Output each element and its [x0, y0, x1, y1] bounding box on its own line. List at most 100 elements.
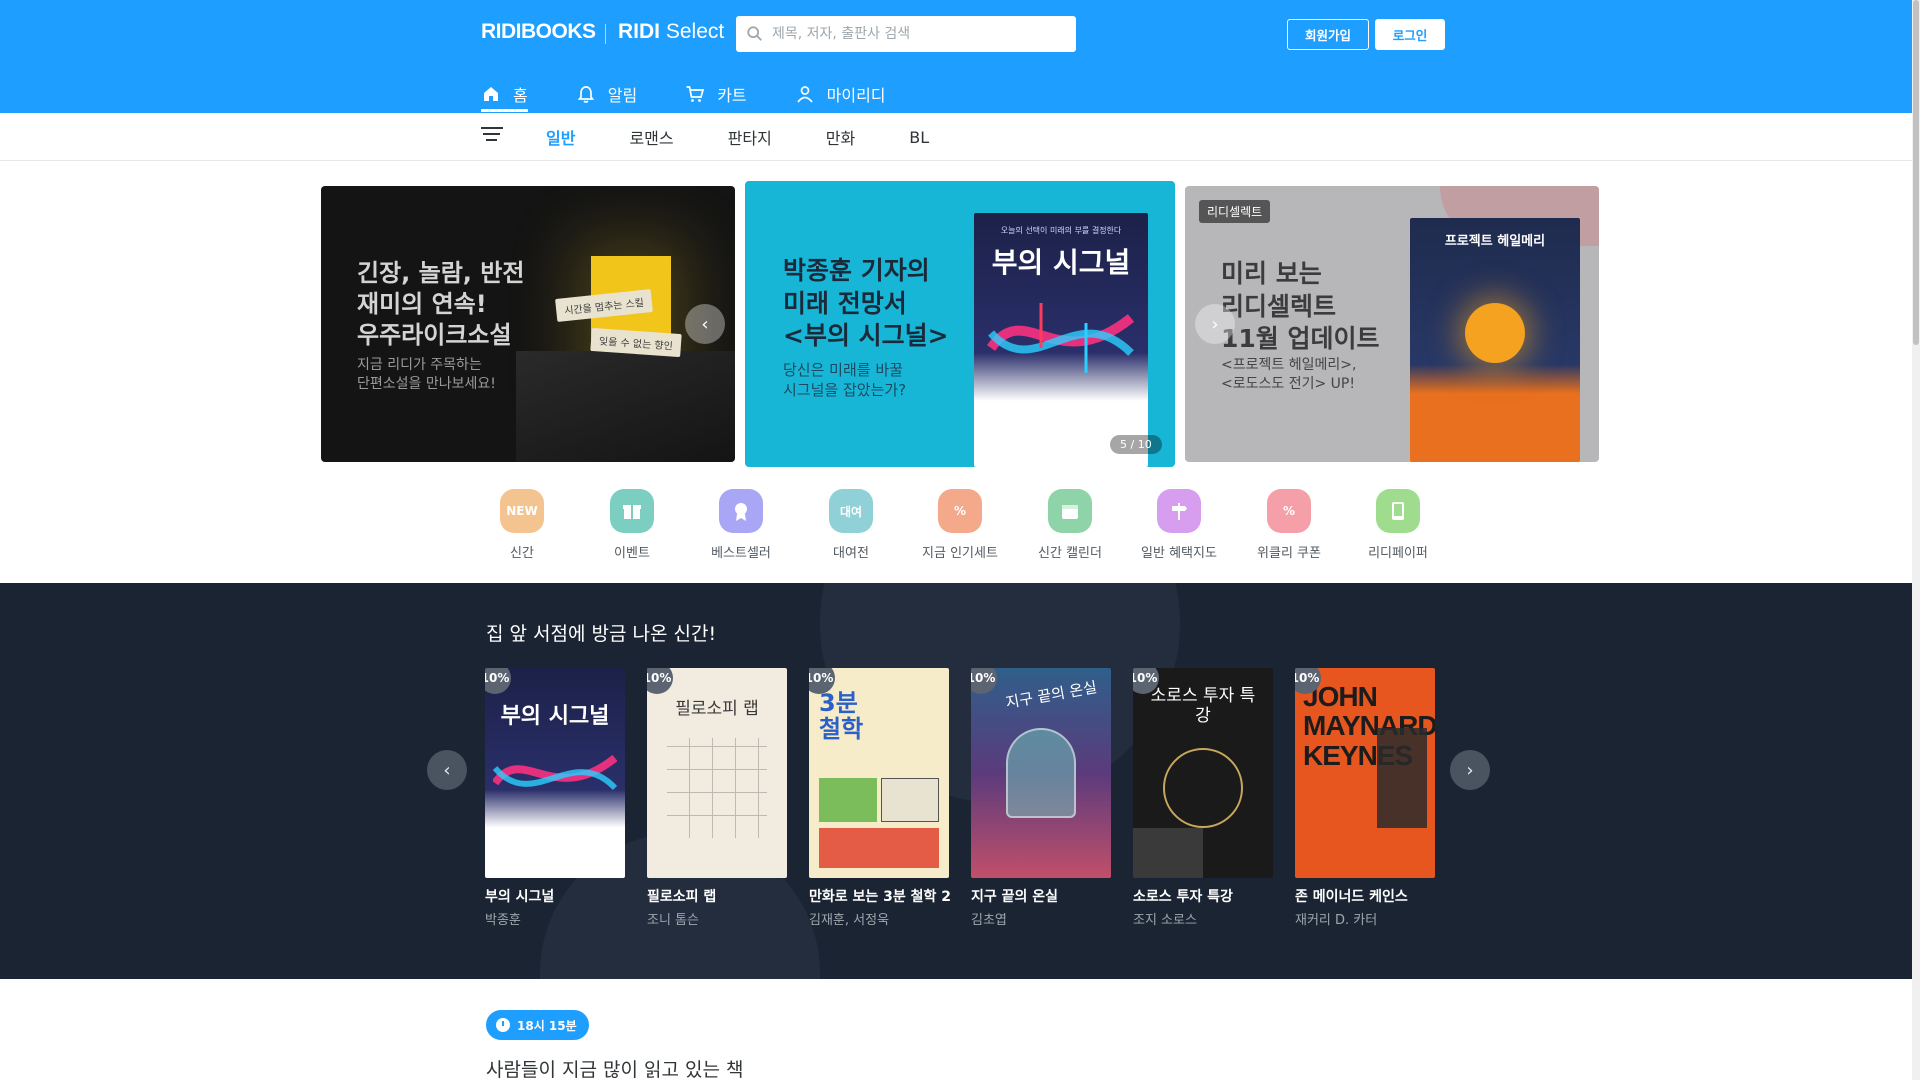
category-tabs: 일반 로맨스 판타지 만화 BL [546, 113, 983, 161]
scrollbar-thumb[interactable] [1913, 0, 1919, 345]
discount-badge: 10% [485, 668, 511, 694]
ereader-icon [1376, 489, 1420, 533]
category-tab-fantasy[interactable]: 판타지 [728, 125, 772, 149]
banner-signal-of-wealth[interactable]: 박종훈 기자의 미래 전망서 <부의 시그널> 당신은 미래를 바꿀 시그널을 … [745, 181, 1175, 467]
quick-new[interactable]: NEW 신간 [467, 489, 577, 561]
banner-woojulike-novel[interactable]: 시간을 멈추는 스킬 잊을 수 없는 향인 긴장, 놀람, 반전 재미의 연속!… [321, 186, 735, 462]
banner-1-sub-line-1: 지금 리디가 주목하는 [357, 357, 482, 373]
book-author[interactable]: 재커리 D. 카터 [1295, 909, 1435, 928]
book-card[interactable]: 10% 3분 철학 만화로 보는 3분 철학 2 김재훈, 서정욱 [809, 668, 951, 928]
book-author[interactable]: 조니 톰슨 [647, 909, 787, 928]
book-cover[interactable]: 10% 3분 철학 [809, 668, 949, 878]
book-cover-art [667, 738, 767, 838]
search-input[interactable] [772, 26, 1062, 42]
book-cover[interactable]: 10% JOHN MAYNARD KEYNES [1295, 668, 1435, 878]
banner-2-subtitle: 당신은 미래를 바꿀 시그널을 잡았는가? [783, 360, 906, 401]
book-title[interactable]: 지구 끝의 온실 [971, 886, 1111, 906]
tab-notifications-label: 알림 [607, 86, 638, 105]
ridibooks-logo[interactable]: RIDIBOOKS [481, 20, 596, 44]
category-tab-general[interactable]: 일반 [546, 125, 575, 149]
tab-cart[interactable]: 카트 [685, 76, 747, 112]
search-icon [747, 26, 762, 41]
banner-1-title-line-3: 우주라이크소설 [357, 321, 512, 350]
quick-calendar[interactable]: 신간 캘린더 [1015, 489, 1125, 561]
tab-my-ridi-label: 마이리디 [826, 86, 886, 105]
banner-1-sub-line-2: 단편소설을 만나보세요! [357, 375, 496, 392]
page-scrollbar[interactable] [1912, 0, 1920, 1080]
banner-3-subtitle: <프로젝트 헤일메리>, <로도스도 전기> UP! [1221, 356, 1356, 394]
banner-3-sub-line-2: <로도스도 전기> UP! [1221, 375, 1355, 392]
login-button[interactable]: 로그인 [1375, 19, 1445, 50]
carousel-next-button[interactable]: › [1195, 304, 1235, 344]
book-cover[interactable]: 10% 필로소피 랩 [647, 668, 787, 878]
banner-2-title-line-3: <부의 시그널> [783, 321, 949, 350]
quick-popular-set[interactable]: % 지금 인기세트 [905, 489, 1015, 561]
book-author[interactable]: 김초엽 [971, 909, 1111, 928]
quick-weekly-coupon[interactable]: % 위클리 쿠폰 [1234, 489, 1344, 561]
book-card[interactable]: 10% 지구 끝의 온실 지구 끝의 온실 김초엽 [971, 668, 1111, 928]
book-author[interactable]: 김재훈, 서정욱 [809, 909, 949, 928]
banner-2-book-cover: 오늘의 선택이 미래의 부를 결정한다 부의 시그널 [974, 213, 1148, 467]
book-title[interactable]: 존 메이너드 케인스 [1295, 886, 1435, 906]
book-title[interactable]: 만화로 보는 3분 철학 2 [809, 886, 951, 906]
banner-ridiselect-update[interactable]: 리디셀렉트 미리 보는 리디셀렉트 11월 업데이트 <프로젝트 헤일메리>, … [1185, 186, 1599, 462]
carousel-prev-button[interactable]: ‹ [685, 304, 725, 344]
tab-notifications[interactable]: 알림 [576, 76, 637, 112]
book-cover-text: 소로스 투자 특강 [1150, 686, 1256, 727]
book-cover[interactable]: 10% 지구 끝의 온실 [971, 668, 1111, 878]
banner-stairs-image [516, 351, 735, 462]
quick-bestseller[interactable]: 베스트셀러 [686, 489, 796, 561]
discount-badge: 10% [971, 668, 997, 694]
quick-ridipaper[interactable]: 리디페이퍼 [1343, 489, 1453, 561]
quick-calendar-label: 신간 캘린더 [1038, 546, 1102, 561]
filter-menu-icon[interactable] [481, 125, 503, 143]
new-icon: NEW [500, 489, 544, 533]
book-cover-text: 부의 시그널 [500, 704, 610, 729]
popular-now-title: 사람들이 지금 많이 읽고 있는 책 [486, 1059, 744, 1080]
cart-icon [686, 86, 705, 102]
ridiselect-logo-a: RIDI [618, 20, 660, 43]
new-releases-title: 집 앞 서점에 방금 나온 신간! [486, 623, 717, 645]
quick-rental[interactable]: 대여 대여전 [796, 489, 906, 561]
ridiselect-logo-b: Select [665, 20, 725, 43]
banner-1-title: 긴장, 놀람, 반전 재미의 연속! 우주라이크소설 [357, 258, 524, 352]
tab-home[interactable]: 홈 [481, 76, 528, 112]
main-tabs: 홈 알림 카트 마이리디 [481, 76, 934, 112]
clock-icon [496, 1018, 510, 1032]
chevron-left-icon: ‹ [443, 759, 451, 781]
book-cover[interactable]: 10% 소로스 투자 특강 [1133, 668, 1273, 878]
category-tab-romance[interactable]: 로맨스 [629, 125, 673, 149]
book-title[interactable]: 소로스 투자 특강 [1133, 886, 1273, 906]
book-cover-text: 지구 끝의 온실 [1004, 678, 1099, 712]
book-card[interactable]: 10% 부의 시그널 부의 시그널 박종훈 [485, 668, 625, 928]
book-author[interactable]: 조지 소로스 [1133, 909, 1273, 928]
quick-event[interactable]: 이벤트 [577, 489, 687, 561]
book-cover[interactable]: 10% 부의 시그널 [485, 668, 625, 878]
medal-icon [719, 489, 763, 533]
category-nav: 일반 로맨스 판타지 만화 BL [0, 113, 1920, 161]
book-title[interactable]: 필로소피 랩 [647, 886, 787, 906]
category-tab-comics[interactable]: 만화 [826, 125, 855, 149]
book-author[interactable]: 박종훈 [485, 909, 625, 928]
book-card[interactable]: 10% 필로소피 랩 필로소피 랩 조니 톰슨 [647, 668, 787, 928]
search-box[interactable] [736, 16, 1076, 52]
book-cover-art [493, 754, 617, 791]
new-releases-section: 집 앞 서점에 방금 나온 신간! ‹ › 10% 부의 시그널 부의 시그널 … [0, 583, 1920, 979]
book-card[interactable]: 10% 소로스 투자 특강 소로스 투자 특강 조지 소로스 [1133, 668, 1273, 928]
book-title[interactable]: 부의 시그널 [485, 886, 625, 906]
tab-home-label: 홈 [513, 86, 528, 105]
signup-button[interactable]: 회원가입 [1287, 19, 1369, 50]
banner-3-book-cover: 프로젝트 헤일메리 [1410, 218, 1580, 462]
banner-2-sub-line-2: 시그널을 잡았는가? [783, 381, 907, 400]
quick-benefit-map[interactable]: 일반 혜택지도 [1124, 489, 1234, 561]
ridiselect-logo[interactable]: RIDI Select [618, 20, 724, 44]
banner-2-title: 박종훈 기자의 미래 전망서 <부의 시그널> [783, 255, 949, 353]
quick-rental-label: 대여전 [833, 546, 869, 561]
category-tab-bl[interactable]: BL [909, 128, 929, 147]
new-releases-prev-button[interactable]: ‹ [427, 750, 467, 790]
banner-1-title-line-1: 긴장, 놀람, 반전 [357, 259, 525, 287]
book-card[interactable]: 10% JOHN MAYNARD KEYNES 존 메이너드 케인스 재커리 D… [1295, 668, 1435, 928]
new-releases-next-button[interactable]: › [1450, 750, 1490, 790]
bell-icon [577, 86, 594, 103]
tab-my-ridi[interactable]: 마이리디 [795, 76, 886, 112]
